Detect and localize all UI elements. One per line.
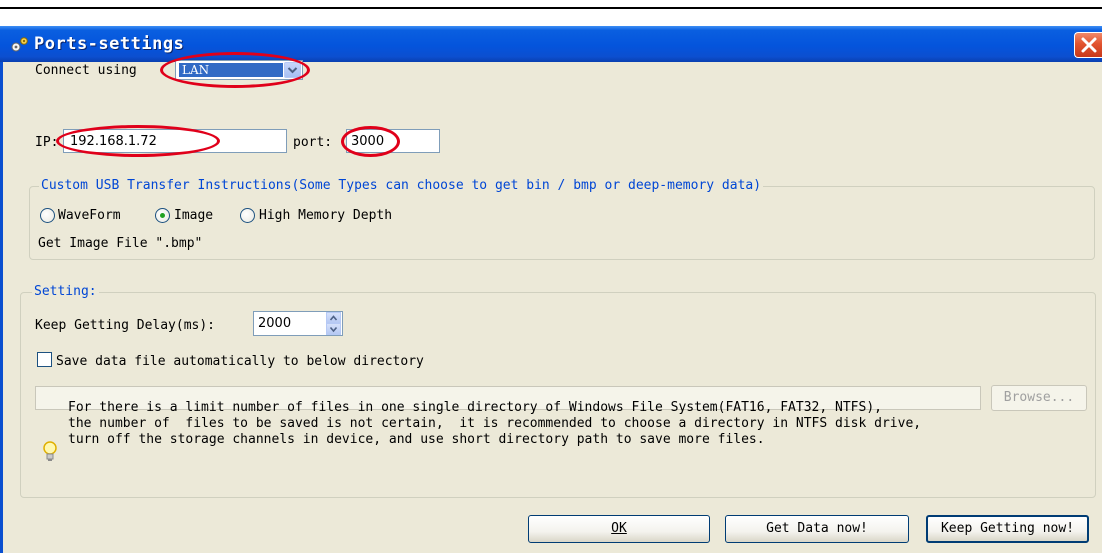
radio-high-memory-depth[interactable] [240,208,255,223]
radio-selected-dot [160,213,165,218]
radio-high-memory-depth-label[interactable]: High Memory Depth [259,208,392,223]
close-button[interactable] [1074,32,1102,58]
page-top-border [0,7,1102,9]
highlight-ellipse-connection [160,52,310,88]
browse-button[interactable]: Browse... [991,385,1087,411]
spin-down-button[interactable] [326,323,341,335]
arrow-down-icon [329,326,338,333]
ok-button-label: OK [611,521,627,536]
delay-value: 2000 [258,316,292,331]
file-type-note: Get Image File ".bmp" [38,236,203,251]
file-limit-info: For there is a limit number of files in … [68,400,921,448]
info-line: the number of files to be saved is not c… [68,416,922,431]
ok-button[interactable]: OK [528,515,710,543]
radio-waveform[interactable] [40,208,55,223]
delay-spinbox[interactable]: 2000 [253,311,343,336]
get-data-now-button[interactable]: Get Data now! [725,515,909,543]
port-label: port: [293,135,333,150]
setting-legend: Setting: [32,284,99,299]
delay-label: Keep Getting Delay(ms): [35,318,216,333]
lightbulb-icon [43,441,57,461]
close-icon [1081,37,1097,53]
keep-getting-now-button[interactable]: Keep Getting now! [926,515,1089,543]
highlight-ellipse-port [341,126,400,157]
radio-waveform-label[interactable]: WaveForm [58,208,121,223]
arrow-up-icon [329,315,338,321]
save-automatically-checkbox[interactable] [37,352,52,367]
window-left-border [0,62,3,553]
radio-image[interactable] [155,208,170,223]
ip-label: IP: [35,135,59,150]
title-bar[interactable]: Ports-settings [0,26,1102,62]
radio-image-label[interactable]: Image [174,208,213,223]
info-line: For there is a limit number of files in … [68,400,882,415]
gears-icon [11,37,28,52]
save-automatically-label[interactable]: Save data file automatically to below di… [56,354,424,369]
connect-using-label: Connect using [35,63,137,78]
dialog-title: Ports-settings [34,34,185,54]
highlight-ellipse-ip [56,125,220,157]
usb-transfer-legend: Custom USB Transfer Instructions(Some Ty… [39,178,764,193]
info-line: turn off the storage channels in device,… [68,432,765,447]
